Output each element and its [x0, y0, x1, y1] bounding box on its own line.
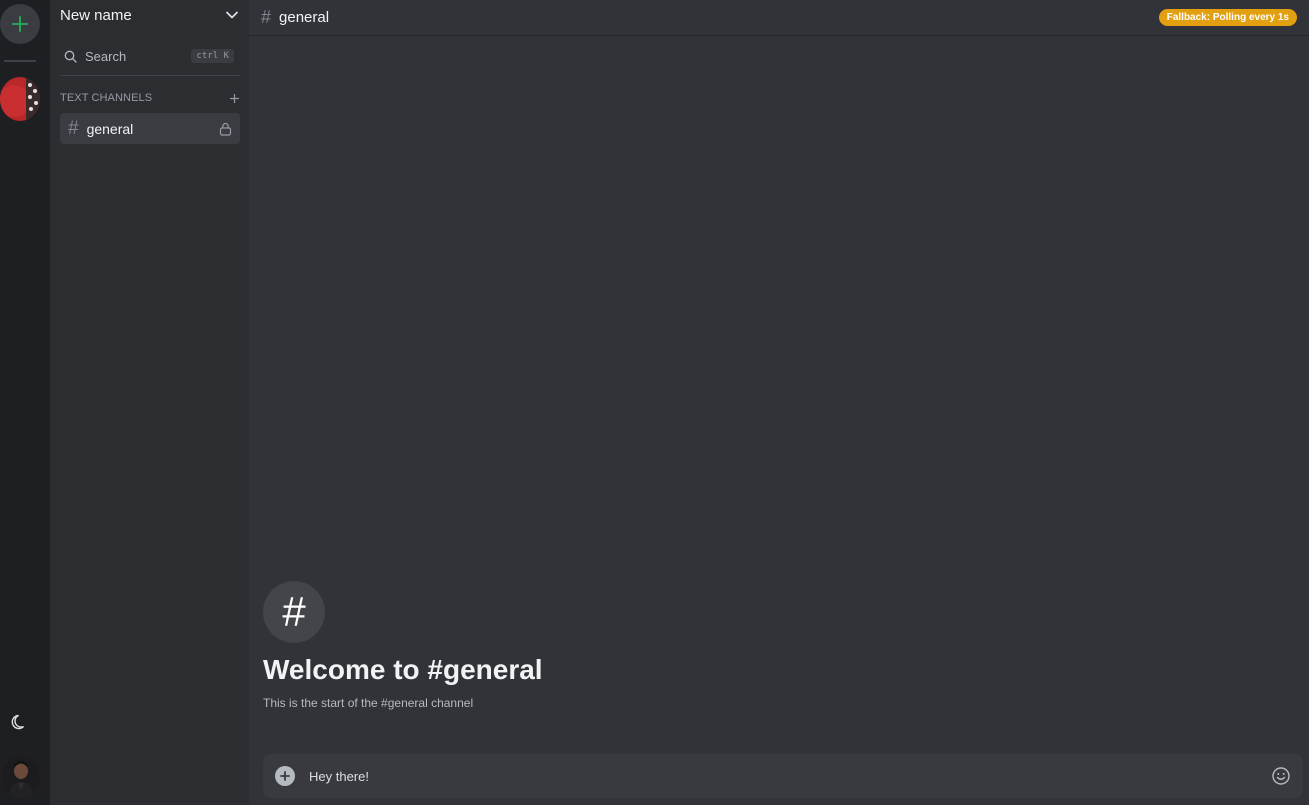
sidebar-divider: [60, 75, 240, 76]
search-label: Search: [85, 48, 127, 64]
search-button[interactable]: Search ctrl K: [60, 44, 238, 68]
channel-name: general: [86, 120, 134, 137]
channel-topbar: # general Fallback: Polling every 1s: [249, 0, 1309, 36]
channel-sidebar: New name Search ctrl K TEXT CHANNELS # g…: [50, 0, 249, 805]
message-input[interactable]: [309, 768, 1257, 784]
channel-title: general: [279, 9, 330, 26]
search-shortcut: ctrl K: [191, 49, 234, 63]
emoji-button[interactable]: [1271, 766, 1291, 786]
moon-icon: [11, 714, 25, 730]
user-avatar[interactable]: [2, 756, 40, 798]
lock-icon: [219, 122, 232, 136]
user-avatar-image: [2, 756, 40, 798]
hash-icon: #: [261, 7, 272, 27]
add-server-button[interactable]: [0, 4, 40, 44]
attach-button[interactable]: [275, 766, 295, 786]
search-icon: [64, 50, 77, 63]
message-composer: [263, 754, 1303, 798]
welcome-subtitle: This is the start of the #general channe…: [263, 696, 474, 710]
add-channel-icon[interactable]: [229, 93, 240, 104]
category-label: TEXT CHANNELS: [60, 92, 153, 104]
plus-icon: [280, 771, 290, 781]
smile-icon: [1272, 767, 1290, 785]
rail-divider: [4, 60, 36, 62]
hash-icon: #: [68, 117, 79, 139]
server-icon[interactable]: [0, 77, 40, 121]
chevron-down-icon: [226, 11, 238, 19]
status-badge: Fallback: Polling every 1s: [1158, 9, 1297, 26]
guild-header[interactable]: New name: [50, 0, 249, 30]
welcome-title: Welcome to #general: [263, 654, 543, 685]
welcome-hash-icon: #: [263, 581, 325, 643]
server-rail: [0, 0, 50, 805]
chat-main: # general Fallback: Polling every 1s # W…: [249, 0, 1309, 805]
channel-item-general[interactable]: # general: [60, 113, 240, 144]
category-text-channels: TEXT CHANNELS: [60, 90, 240, 106]
guild-name: New name: [60, 6, 132, 24]
plus-icon: [12, 16, 28, 32]
server-avatar-image: [0, 77, 40, 121]
theme-toggle-button[interactable]: [10, 712, 30, 732]
